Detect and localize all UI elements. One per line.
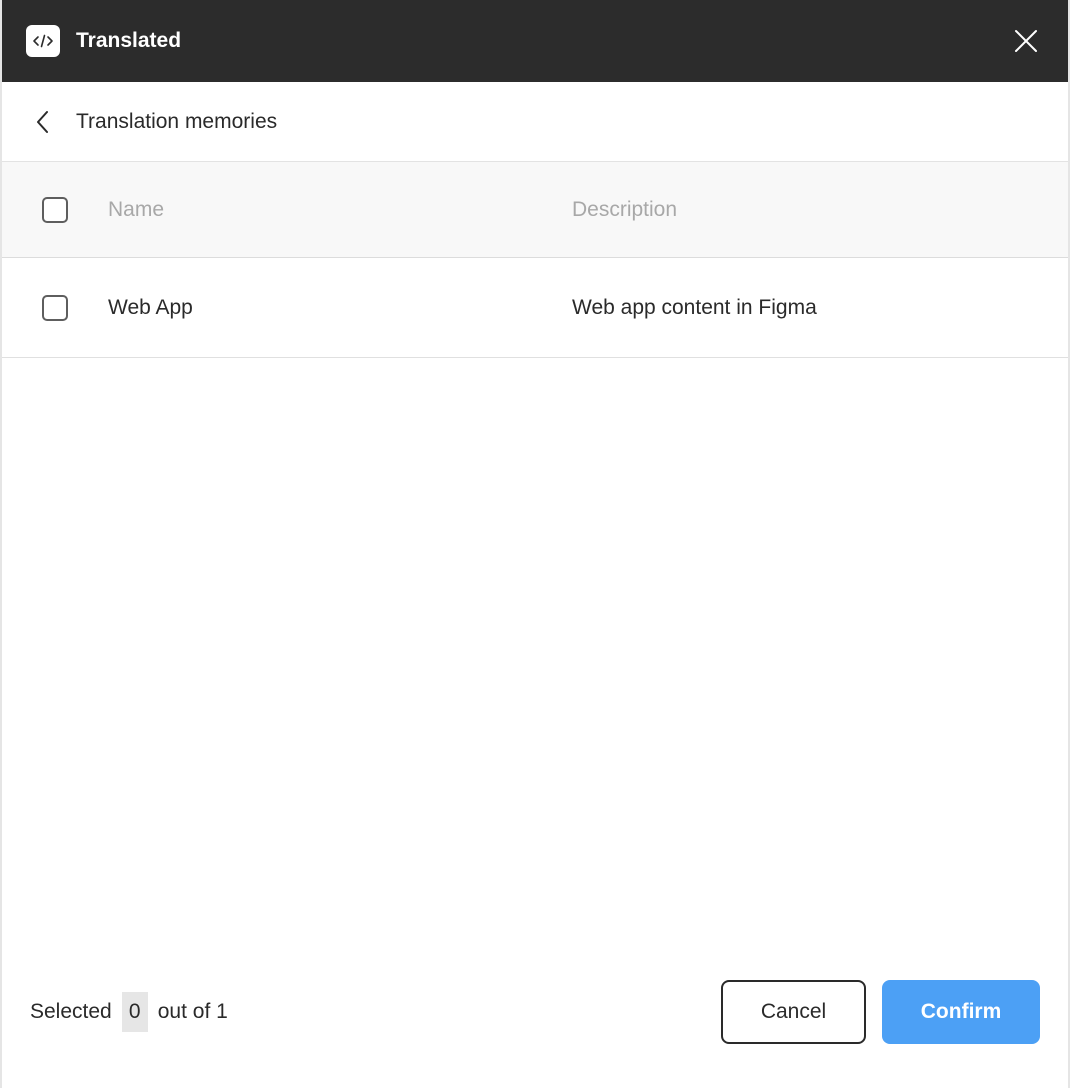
title-bar: Translated — [2, 0, 1068, 82]
row-name: Web App — [108, 295, 193, 319]
page-title: Translation memories — [76, 109, 278, 133]
app-title: Translated — [76, 29, 182, 52]
cancel-button[interactable]: Cancel — [721, 980, 866, 1044]
selection-info: Selected 0 out of 1 — [30, 980, 228, 1044]
row-description: Web app content in Figma — [572, 295, 817, 319]
column-header-name: Name — [108, 197, 165, 221]
chevron-left-icon[interactable] — [30, 109, 56, 135]
code-brackets-icon — [26, 25, 60, 57]
plugin-window: Translated Translation memories Name Des… — [0, 0, 1070, 1088]
selected-prefix: Selected — [30, 1000, 112, 1023]
selected-count-badge: 0 — [121, 992, 148, 1032]
column-header-description: Description — [572, 197, 678, 221]
select-all-checkbox[interactable] — [42, 196, 68, 223]
close-icon[interactable] — [1012, 27, 1040, 55]
selected-suffix: out of 1 — [157, 1000, 228, 1023]
subheader: Translation memories — [2, 82, 1068, 162]
footer: Selected 0 out of 1 Cancel Confirm — [2, 980, 1068, 1044]
confirm-button[interactable]: Confirm — [882, 980, 1040, 1044]
table-row[interactable]: Web App Web app content in Figma — [2, 258, 1068, 358]
row-checkbox[interactable] — [42, 294, 68, 321]
table-header: Name Description — [2, 162, 1068, 258]
